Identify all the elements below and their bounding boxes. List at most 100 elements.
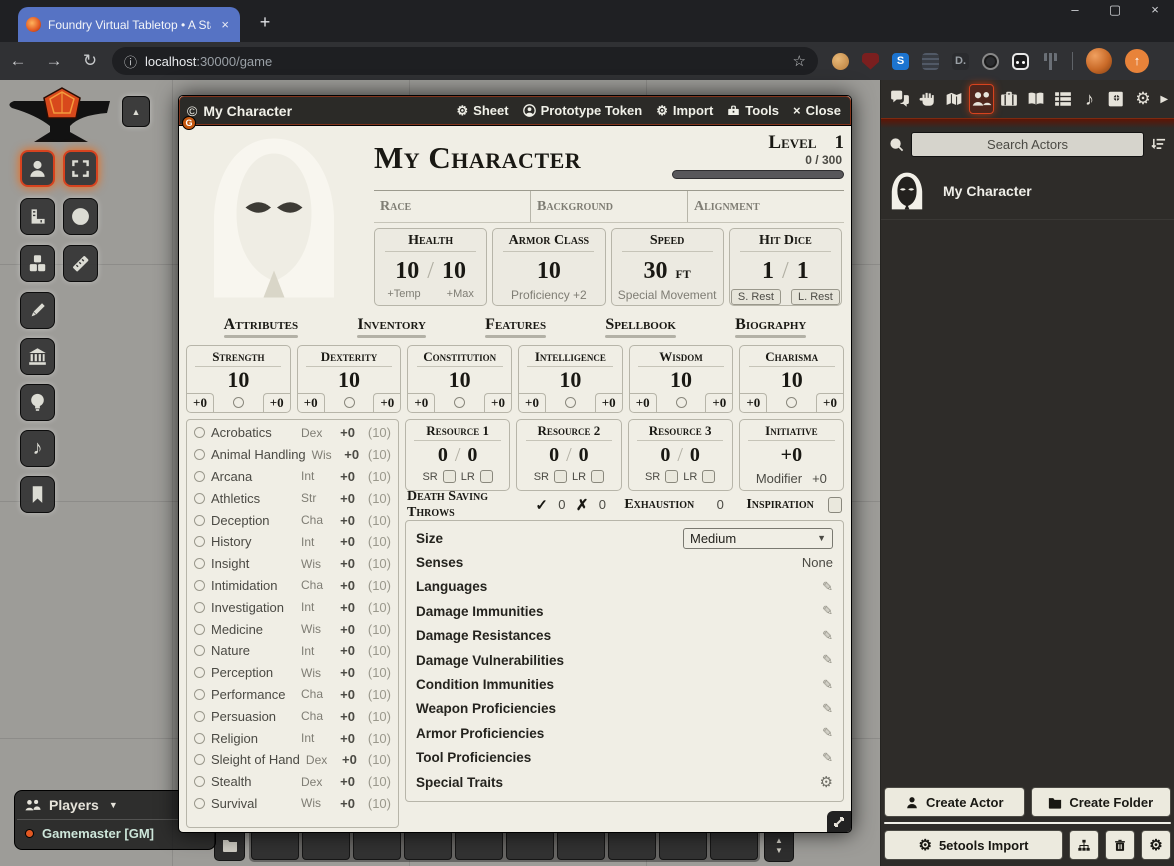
skill-row[interactable]: Survival Wis +0 (10) <box>187 793 398 815</box>
macro-slot[interactable] <box>506 830 554 860</box>
edit-icon[interactable]: ✎ <box>822 701 833 717</box>
edit-icon[interactable]: ✎ <box>822 725 833 741</box>
save-proficiency-toggle[interactable] <box>565 397 576 408</box>
ability-name[interactable]: Intelligence <box>527 349 613 367</box>
close-sheet-button[interactable]: × Close <box>793 103 841 118</box>
skill-proficiency-toggle[interactable] <box>194 776 205 787</box>
resource-label[interactable]: Resource 3 <box>637 423 724 441</box>
skill-row[interactable]: Perception Wis +0 (10) <box>187 662 398 684</box>
background-field[interactable]: Background <box>531 191 688 222</box>
edit-icon[interactable]: ✎ <box>822 750 833 766</box>
ability-score[interactable]: 10 <box>781 368 803 392</box>
resource-label[interactable]: Resource 1 <box>414 423 501 441</box>
ability-score[interactable]: 10 <box>227 368 249 392</box>
forward-icon[interactable]: → <box>36 51 72 71</box>
macro-slot[interactable] <box>404 830 452 860</box>
ability-score[interactable]: 10 <box>449 368 471 392</box>
hp-tempmax-label[interactable]: +Max <box>447 288 474 300</box>
macro-slot[interactable] <box>251 830 299 860</box>
skill-proficiency-toggle[interactable] <box>194 515 205 526</box>
ability-check-mod[interactable]: +0 <box>484 393 511 412</box>
ability-save-mod[interactable]: +0 <box>298 393 325 412</box>
hit-dice-max[interactable]: 1 <box>797 258 809 285</box>
search-input[interactable] <box>911 132 1144 157</box>
skill-row[interactable]: Acrobatics Dex +0 (10) <box>187 422 398 444</box>
initiative-modifier[interactable]: +0 <box>812 471 827 486</box>
special-movement-label[interactable]: Special Movement <box>618 288 717 302</box>
d-extension-icon[interactable]: D. <box>952 53 969 70</box>
new-tab-button[interactable]: + <box>252 10 278 36</box>
character-portrait[interactable] <box>184 126 364 310</box>
initiative-label[interactable]: Initiative <box>748 423 835 441</box>
ability-check-mod[interactable]: +0 <box>595 393 622 412</box>
macro-slot[interactable] <box>353 830 401 860</box>
resource-max[interactable]: 0 <box>467 444 477 467</box>
site-info-icon[interactable]: ⓘ <box>124 52 137 71</box>
ability-score[interactable]: 10 <box>338 368 360 392</box>
sheet-tab[interactable]: Biography <box>735 316 806 338</box>
inspiration-checkbox[interactable] <box>828 497 842 513</box>
lr-checkbox[interactable] <box>480 470 493 483</box>
macro-slot[interactable] <box>659 830 707 860</box>
tab-scenes[interactable] <box>942 84 965 114</box>
cookie-extension-icon[interactable] <box>832 53 849 70</box>
create-folder-button[interactable]: Create Folder <box>1031 787 1172 817</box>
drawing-tool-button[interactable] <box>20 292 55 329</box>
skill-proficiency-toggle[interactable] <box>194 493 205 504</box>
skill-row[interactable]: Insight Wis +0 (10) <box>187 553 398 575</box>
ruler-tool-button[interactable] <box>63 245 98 282</box>
sr-checkbox[interactable] <box>665 470 678 483</box>
xp-value[interactable]: 0 / 300 <box>672 153 842 167</box>
actor-list-item[interactable]: My Character <box>881 163 1174 220</box>
hit-dice-current[interactable]: 1 <box>762 258 774 285</box>
skill-proficiency-toggle[interactable] <box>194 733 205 744</box>
tab-playlists[interactable]: ♪ <box>1078 84 1101 114</box>
window-maximize-button[interactable]: ▢ <box>1104 2 1126 18</box>
level-display[interactable]: Level1 <box>672 132 844 154</box>
exhaustion-value[interactable]: 0 <box>701 497 739 512</box>
import-button[interactable]: ⚙ Import <box>656 103 713 119</box>
ability-check-mod[interactable]: +0 <box>705 393 732 412</box>
browser-update-button[interactable]: ↑ <box>1125 49 1149 73</box>
alignment-field[interactable]: Alignment <box>688 191 844 222</box>
ability-check-mod[interactable]: +0 <box>263 393 290 412</box>
eye-extension-icon[interactable] <box>982 53 999 70</box>
dice-tool-button[interactable] <box>20 245 55 282</box>
save-proficiency-toggle[interactable] <box>454 397 465 408</box>
tab-tables[interactable] <box>1051 84 1074 114</box>
skill-proficiency-toggle[interactable] <box>194 602 205 613</box>
robot-extension-icon[interactable] <box>1012 53 1029 70</box>
speed-value[interactable]: 30 <box>643 258 667 285</box>
save-proficiency-toggle[interactable] <box>676 397 687 408</box>
ability-save-mod[interactable]: +0 <box>519 393 546 412</box>
ac-value[interactable]: 10 <box>537 258 561 285</box>
edit-icon[interactable]: ✎ <box>822 579 833 595</box>
save-proficiency-toggle[interactable] <box>344 397 355 408</box>
skill-row[interactable]: Intimidation Cha +0 (10) <box>187 575 398 597</box>
skill-proficiency-toggle[interactable] <box>194 558 205 569</box>
ability-name[interactable]: Strength <box>195 349 281 367</box>
skill-row[interactable]: Animal Handling Wis +0 (10) <box>187 444 398 466</box>
page-down-icon[interactable]: ▼ <box>775 846 783 855</box>
skill-proficiency-toggle[interactable] <box>194 580 205 591</box>
macro-slot[interactable] <box>557 830 605 860</box>
sounds-tool-button[interactable]: ♪ <box>20 430 55 467</box>
tab-chat[interactable] <box>889 84 912 114</box>
ability-save-mod[interactable]: +0 <box>408 393 435 412</box>
skill-row[interactable]: Medicine Wis +0 (10) <box>187 618 398 640</box>
hp-max[interactable]: 10 <box>442 258 466 285</box>
hp-current[interactable]: 10 <box>395 258 419 285</box>
fork-extension-icon[interactable] <box>1042 53 1059 70</box>
lr-checkbox[interactable] <box>702 470 715 483</box>
sheet-tab[interactable]: Attributes <box>224 316 299 338</box>
skill-proficiency-toggle[interactable] <box>194 624 205 635</box>
select-targets-button[interactable] <box>63 150 98 187</box>
resource-max[interactable]: 0 <box>690 444 700 467</box>
skill-proficiency-toggle[interactable] <box>194 667 205 678</box>
edit-icon[interactable]: ✎ <box>822 603 833 619</box>
character-name-field[interactable]: My Character <box>374 130 672 176</box>
ability-save-mod[interactable]: +0 <box>630 393 657 412</box>
page-up-icon[interactable]: ▲ <box>775 836 783 845</box>
short-rest-button[interactable]: S. Rest <box>731 289 781 305</box>
5etools-import-button[interactable]: ⚙ 5etools Import <box>884 830 1063 860</box>
